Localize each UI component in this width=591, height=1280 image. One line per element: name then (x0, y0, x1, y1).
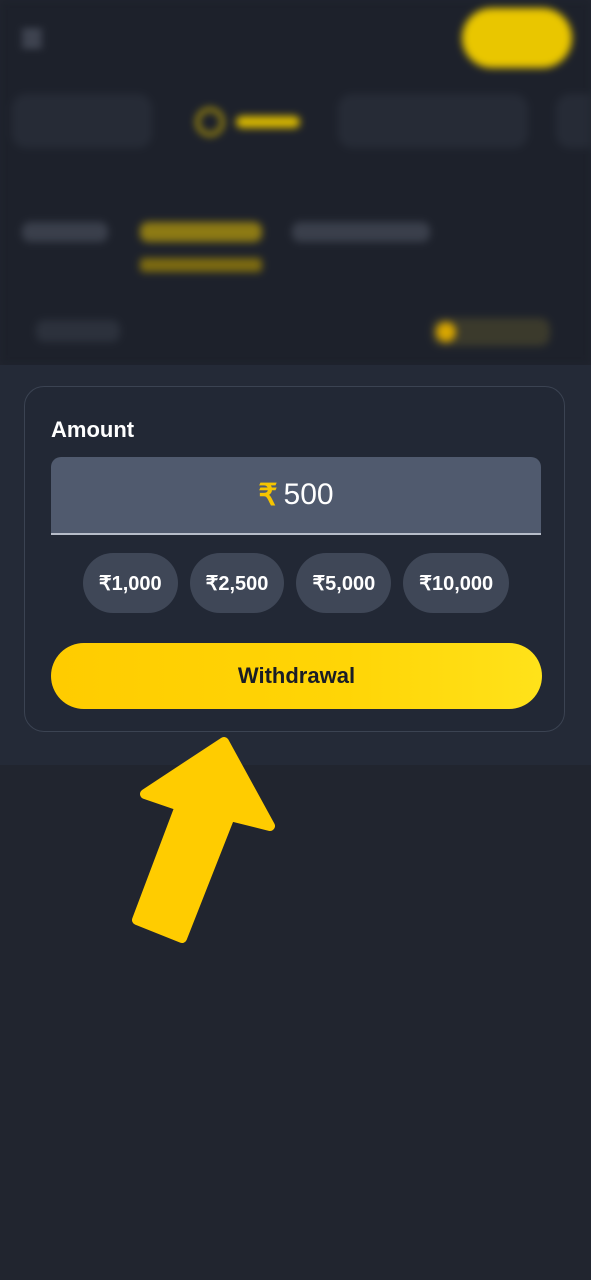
quick-amount-chip-2500[interactable]: ₹2,500 (189, 553, 285, 613)
blurred-back-link (36, 320, 120, 342)
blurred-subtab (292, 222, 430, 242)
blurred-category-icon (196, 108, 224, 136)
quick-amount-chip-1000[interactable]: ₹1,000 (82, 553, 178, 613)
blurred-subtab (22, 222, 108, 242)
amount-value: 500 (283, 478, 334, 511)
quick-amount-chip-5000[interactable]: ₹5,000 (296, 553, 392, 613)
blurred-category-tab (12, 94, 152, 148)
quick-amount-chips: ₹1,000 ₹2,500 ₹5,000 ₹10,000 (51, 553, 541, 613)
blurred-subtab-underline (140, 258, 262, 272)
amount-label: Amount (51, 417, 135, 442)
blurred-subtab-active (140, 222, 262, 242)
blurred-category-tab (556, 94, 591, 148)
blurred-category-tab (338, 94, 528, 148)
quick-amount-chip-10000[interactable]: ₹10,000 (403, 553, 510, 613)
blurred-badge-icon (436, 322, 456, 342)
blurred-background-header (0, 0, 591, 365)
amount-input[interactable]: ₹ 500 (51, 457, 541, 535)
rupee-currency-icon: ₹ (258, 478, 278, 512)
blurred-category-label (236, 116, 300, 128)
blurred-header-button (462, 8, 572, 68)
menu-icon (22, 30, 42, 47)
withdrawal-button[interactable]: Withdrawal (51, 643, 542, 709)
withdrawal-amount-card: Amount ₹ 500 ₹1,000 ₹2,500 ₹5,000 ₹10,00… (24, 386, 565, 732)
arrow-shape (132, 737, 275, 943)
